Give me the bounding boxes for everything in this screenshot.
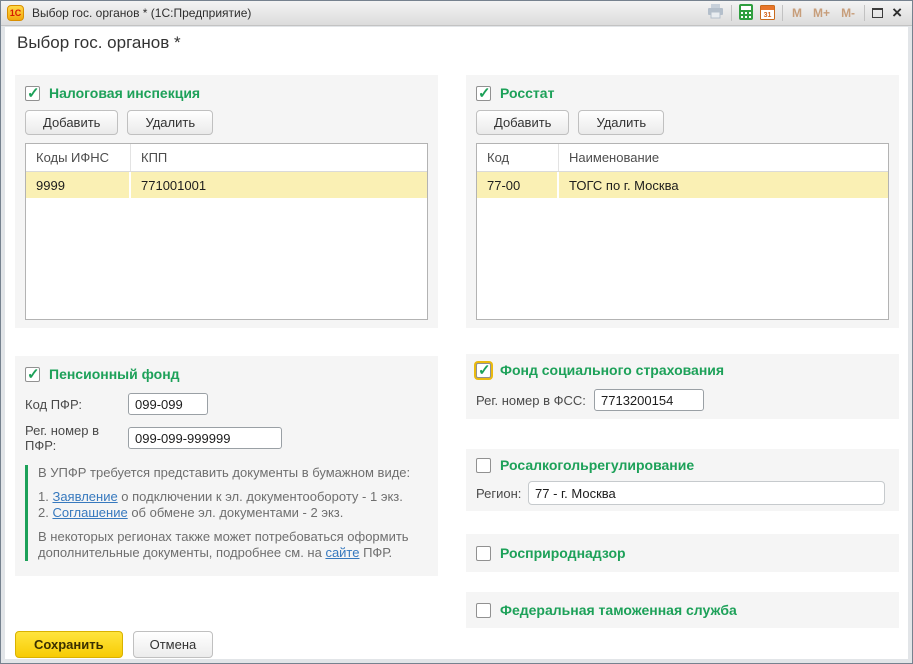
section-nature-supervision: Росприроднадзор — [466, 534, 899, 572]
note-item2: 2. Соглашение об обмене эл. документами … — [38, 505, 344, 520]
rosstat-add-button[interactable]: Добавить — [476, 110, 570, 135]
rosstat-checkbox[interactable] — [476, 84, 491, 102]
region-label: Регион: — [476, 485, 522, 501]
save-button[interactable]: Сохранить — [15, 631, 123, 658]
section-alcohol-regulation: Росалкогольрегулирование Регион: 77 - г.… — [466, 449, 899, 511]
alco-section-title: Росалкогольрегулирование — [500, 457, 695, 473]
tax-add-button[interactable]: Добавить — [25, 110, 119, 135]
application-link[interactable]: Заявление — [52, 489, 117, 504]
form-content: Выбор гос. органов * Налоговая инспекция… — [5, 27, 908, 659]
section-tax-inspection: Налоговая инспекция Добавить Удалить Код… — [15, 75, 438, 328]
alco-checkbox[interactable] — [476, 457, 491, 473]
rosstat-section-title: Росстат — [500, 85, 555, 101]
cancel-button[interactable]: Отмена — [132, 631, 214, 658]
rosstat-col-header-name: Наименование — [569, 150, 660, 165]
pension-note: В УПФР требуется представить документы в… — [25, 465, 421, 561]
tax-table-header: Коды ИФНС КПП — [26, 144, 427, 172]
memory-plus-button[interactable]: M+ — [811, 6, 832, 20]
note-item1: 1. Заявление о подключении к эл. докумен… — [38, 489, 403, 504]
memory-minus-button[interactable]: M- — [839, 6, 857, 20]
section-social-insurance: Фонд социального страхования Рег. номер … — [466, 354, 899, 419]
section-customs-service: Федеральная таможенная служба — [466, 592, 899, 628]
region-input[interactable]: 77 - г. Москва — [528, 481, 885, 505]
app-window: 1С Выбор гос. органов * (1С:Предприятие)… — [0, 0, 913, 664]
svg-text:31: 31 — [764, 12, 772, 19]
section-pension-fund: Пенсионный фонд Код ПФР: 099-099 Рег. но… — [15, 356, 438, 576]
note-line2: В некоторых регионах также может потребо… — [38, 529, 409, 560]
nature-checkbox[interactable] — [476, 545, 491, 561]
table-row[interactable]: 9999 771001001 — [26, 172, 427, 198]
tax-row-code: 9999 — [26, 172, 131, 198]
printer-icon[interactable] — [707, 4, 724, 22]
tax-col-header-codes: Коды ИФНС — [26, 144, 131, 171]
table-row[interactable]: 77-00 ТОГС по г. Москва — [477, 172, 888, 198]
customs-checkbox[interactable] — [476, 602, 491, 618]
fss-regnumber-input[interactable]: 7713200154 — [594, 389, 704, 411]
window-frame: Выбор гос. органов * Налоговая инспекция… — [2, 27, 911, 662]
fss-section-title: Фонд социального страхования — [500, 362, 725, 378]
memory-recall-button[interactable]: M — [790, 6, 804, 20]
fss-checkbox[interactable] — [476, 361, 491, 379]
window-title: Выбор гос. органов * (1С:Предприятие) — [32, 6, 252, 20]
rosstat-table-header: Код Наименование — [477, 144, 888, 172]
rosstat-col-header-code: Код — [477, 144, 559, 171]
tax-delete-button[interactable]: Удалить — [127, 110, 214, 135]
pension-checkbox[interactable] — [25, 365, 40, 383]
titlebar: 1С Выбор гос. органов * (1С:Предприятие)… — [1, 1, 912, 26]
tax-table[interactable]: Коды ИФНС КПП 9999 771001001 — [25, 143, 428, 320]
page-title: Выбор гос. органов * — [17, 33, 181, 52]
note-line1: В УПФР требуется представить документы в… — [38, 465, 411, 480]
rosstat-row-name: ТОГС по г. Москва — [569, 177, 679, 193]
pfr-regnumber-label: Рег. номер в ПФР: — [25, 423, 100, 453]
fss-regnumber-label: Рег. номер в ФСС: — [476, 392, 586, 408]
rosstat-table[interactable]: Код Наименование 77-00 ТОГС по г. Москва — [476, 143, 889, 320]
pfr-code-input[interactable]: 099-099 — [128, 393, 208, 415]
pfr-regnumber-input[interactable]: 099-099-999999 — [128, 427, 282, 449]
pfr-code-label: Код ПФР: — [25, 396, 82, 412]
rosstat-delete-button[interactable]: Удалить — [578, 110, 665, 135]
customs-section-title: Федеральная таможенная служба — [500, 602, 737, 618]
footer: Сохранить Отмена — [15, 631, 214, 658]
tax-checkbox[interactable] — [25, 84, 40, 102]
maximize-button[interactable] — [872, 8, 884, 18]
calendar-icon[interactable]: 31 — [760, 4, 776, 23]
agreement-link[interactable]: Соглашение — [52, 505, 127, 520]
rosstat-row-code: 77-00 — [477, 172, 559, 198]
section-rosstat: Росстат Добавить Удалить Код Наименовани… — [466, 75, 899, 328]
1c-logo-icon: 1С — [7, 5, 24, 21]
pension-section-title: Пенсионный фонд — [49, 366, 180, 382]
tax-section-title: Налоговая инспекция — [49, 85, 201, 101]
calculator-icon[interactable] — [739, 3, 754, 23]
tax-col-header-kpp: КПП — [141, 150, 168, 165]
pfr-site-link[interactable]: сайте — [325, 545, 359, 560]
nature-section-title: Росприроднадзор — [500, 545, 626, 561]
close-button[interactable]: × — [890, 4, 904, 21]
tax-row-kpp: 771001001 — [141, 177, 207, 193]
